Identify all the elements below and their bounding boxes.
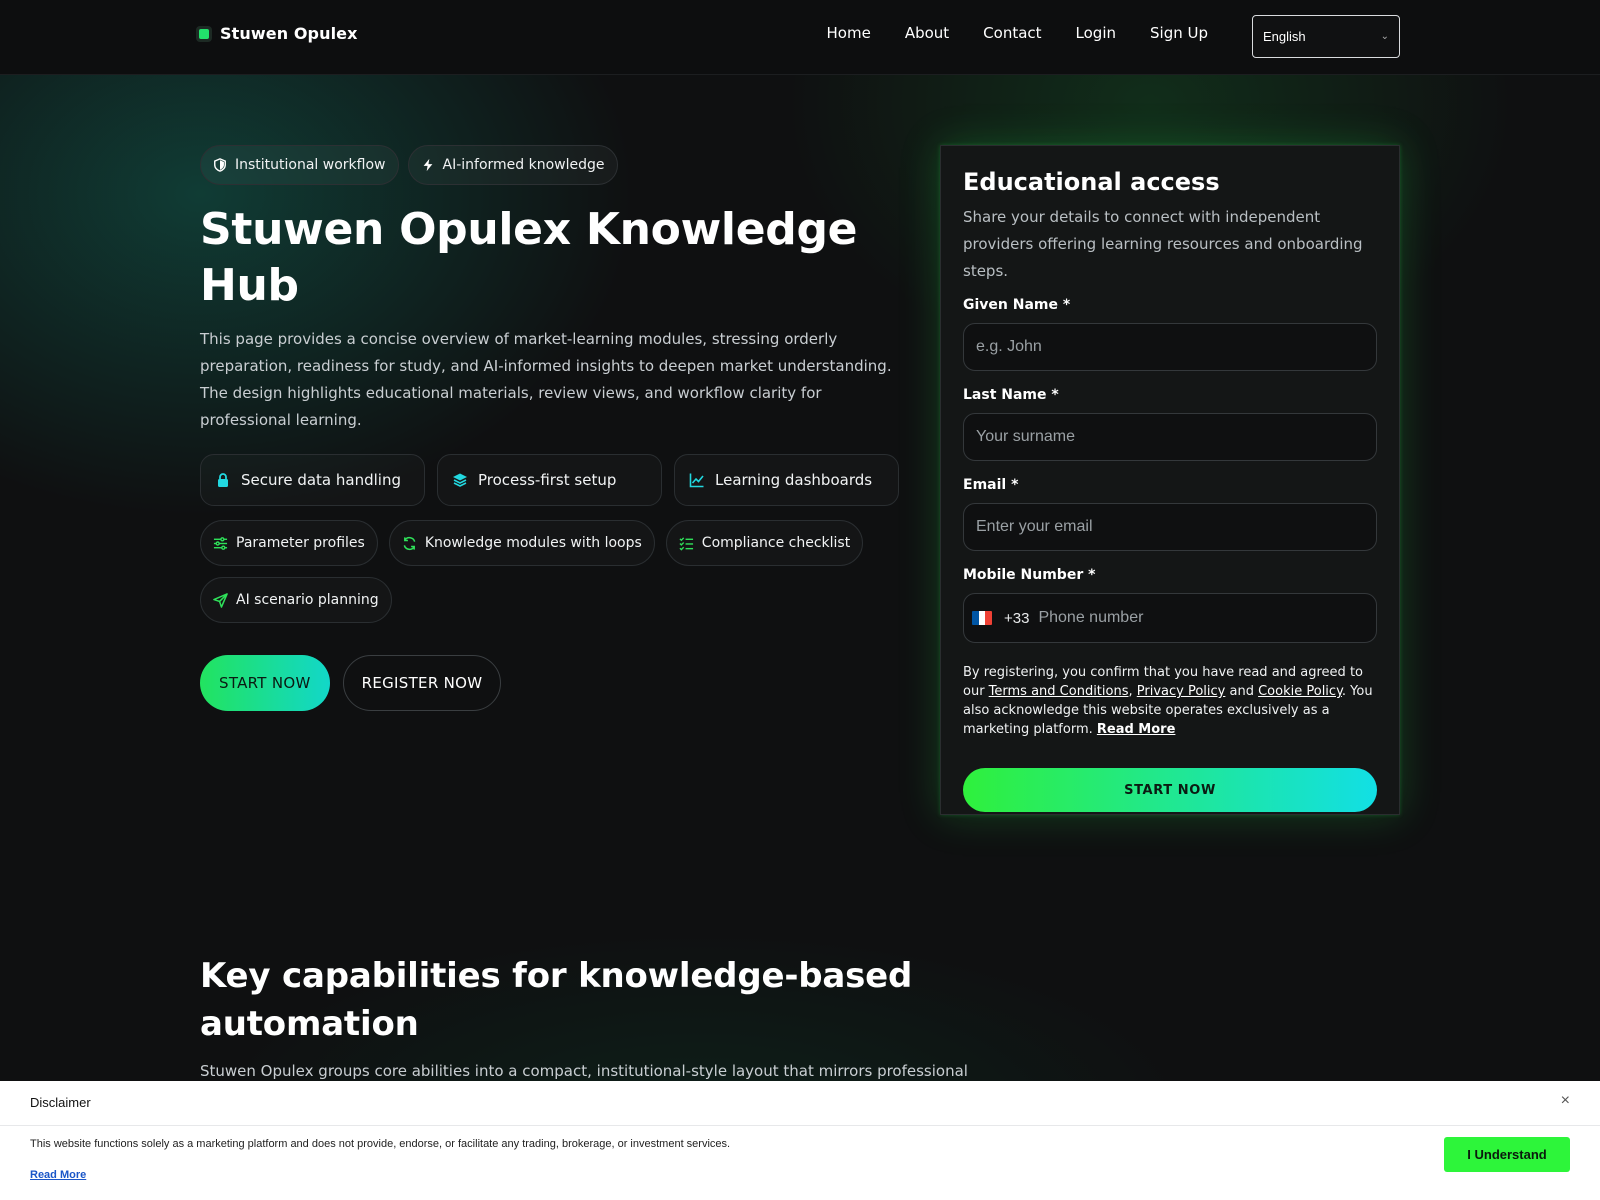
- line-chart-icon: [689, 473, 704, 488]
- nav-link-signup[interactable]: Sign Up: [1150, 24, 1208, 42]
- form-start-now-button[interactable]: START NOW: [963, 768, 1377, 812]
- chip-knowledge-loops: Knowledge modules with loops: [388, 520, 655, 566]
- send-icon: [213, 592, 228, 608]
- form-subtitle: Share your details to connect with indep…: [963, 208, 1363, 280]
- given-name-label: Given Name *: [963, 297, 1071, 313]
- chip-label: Parameter profiles: [236, 535, 365, 551]
- badge-institutional-workflow: Institutional workflow: [200, 145, 399, 185]
- close-icon[interactable]: ×: [1561, 1092, 1570, 1110]
- capability-chips: Parameter profiles Knowledge modules wit…: [200, 520, 900, 623]
- privacy-link[interactable]: Privacy Policy: [1137, 684, 1226, 699]
- terms-link[interactable]: Terms and Conditions: [989, 684, 1129, 699]
- cookie-link[interactable]: Cookie Policy: [1258, 684, 1342, 699]
- educational-access-form: Educational access Share your details to…: [940, 145, 1400, 815]
- language-select[interactable]: English ⌄: [1252, 15, 1400, 58]
- feature-learning-dashboards: Learning dashboards: [674, 454, 899, 506]
- consent-sep: and: [1225, 684, 1259, 699]
- lock-icon: [218, 473, 228, 487]
- language-value: English: [1263, 29, 1306, 44]
- shield-icon: [214, 158, 226, 172]
- feature-label: Secure data handling: [241, 471, 401, 489]
- i-understand-button[interactable]: I Understand: [1444, 1137, 1570, 1172]
- dial-code: +33: [1004, 609, 1030, 627]
- form-title: Educational access: [963, 168, 1220, 196]
- disclaimer-title: Disclaimer: [30, 1095, 91, 1110]
- nav-link-contact[interactable]: Contact: [983, 24, 1041, 42]
- email-input[interactable]: [963, 503, 1377, 551]
- chip-ai-scenario-planning: AI scenario planning: [200, 577, 392, 623]
- disclaimer-header: Disclaimer ×: [0, 1081, 1600, 1126]
- mobile-label: Mobile Number *: [963, 567, 1096, 583]
- nav-link-about[interactable]: About: [905, 24, 949, 42]
- feature-label: Process-first setup: [478, 471, 617, 489]
- feature-process-first: Process-first setup: [437, 454, 662, 506]
- hero-title: Stuwen Opulex Knowledge Hub: [200, 204, 858, 311]
- chip-label: Knowledge modules with loops: [424, 535, 642, 551]
- chip-compliance-checklist: Compliance checklist: [665, 520, 864, 566]
- feature-secure-data: Secure data handling: [200, 454, 425, 506]
- start-now-button[interactable]: START NOW: [200, 655, 330, 711]
- badge-label: AI-informed knowledge: [442, 157, 605, 173]
- chevron-down-icon: ⌄: [1380, 31, 1389, 42]
- disclaimer-banner: Disclaimer × This website functions sole…: [0, 1081, 1600, 1200]
- capabilities-title: Key capabilities for knowledge-based aut…: [200, 956, 913, 1044]
- brand-mark-icon: [196, 25, 212, 42]
- hero-cta-row: START NOW REGISTER NOW: [200, 655, 900, 711]
- consent-text: By registering, you confirm that you hav…: [963, 663, 1377, 739]
- phone-input[interactable]: [1036, 608, 1341, 628]
- checklist-icon: [679, 536, 693, 551]
- sliders-icon: [213, 536, 228, 550]
- chip-label: AI scenario planning: [236, 592, 379, 608]
- refresh-icon: [403, 536, 416, 550]
- badge-ai-knowledge: AI-informed knowledge: [407, 145, 618, 185]
- nav-link-home[interactable]: Home: [827, 24, 871, 42]
- register-now-button[interactable]: REGISTER NOW: [342, 655, 502, 711]
- nav-links: Home About Contact Login Sign Up: [827, 24, 1208, 42]
- last-name-label: Last Name *: [963, 387, 1059, 403]
- feature-label: Learning dashboards: [715, 471, 873, 489]
- brand-name: Stuwen Opulex: [220, 24, 358, 43]
- hero-section: Institutional workflow AI-informed knowl…: [200, 145, 900, 711]
- chip-parameter-profiles: Parameter profiles: [200, 520, 378, 566]
- nav-link-login[interactable]: Login: [1076, 24, 1116, 42]
- consent-sep: ,: [1128, 684, 1137, 699]
- hero-description: This page provides a concise overview of…: [200, 330, 892, 429]
- feature-cards: Secure data handling Process-first setup…: [200, 454, 900, 506]
- given-name-input[interactable]: [963, 323, 1377, 371]
- phone-field: +33: [963, 593, 1377, 643]
- disclaimer-read-more-link[interactable]: Read More: [30, 1169, 86, 1181]
- chip-label: Compliance checklist: [701, 535, 851, 551]
- france-flag-icon[interactable]: [972, 611, 992, 625]
- layers-icon: [453, 473, 467, 487]
- bolt-icon: [423, 158, 432, 172]
- consent-read-more-link[interactable]: Read More: [1097, 722, 1176, 737]
- brand-logo[interactable]: Stuwen Opulex: [196, 24, 358, 43]
- hero-badges: Institutional workflow AI-informed knowl…: [200, 145, 900, 185]
- badge-label: Institutional workflow: [235, 157, 386, 173]
- email-label: Email *: [963, 477, 1019, 493]
- disclaimer-text: This website functions solely as a marke…: [30, 1138, 731, 1150]
- top-nav: Stuwen Opulex Home About Contact Login S…: [0, 0, 1600, 75]
- last-name-input[interactable]: [963, 413, 1377, 461]
